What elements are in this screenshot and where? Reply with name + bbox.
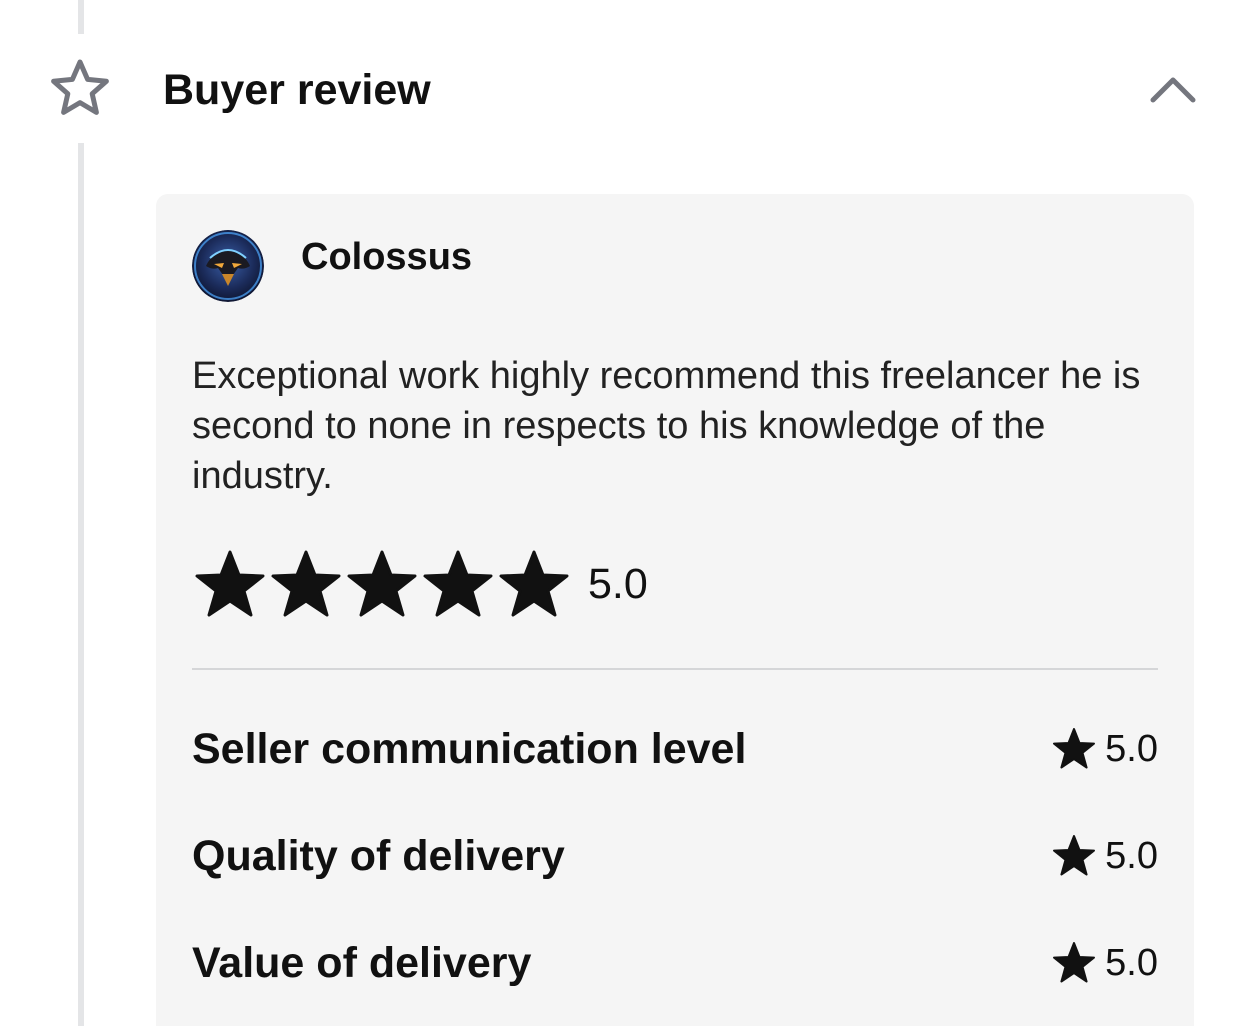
- star-outline-icon: [48, 56, 112, 120]
- star-icon: [1053, 942, 1096, 983]
- metric-value: 5.0: [1105, 942, 1158, 984]
- overall-score: 5.0: [588, 560, 648, 608]
- metric-score: 5.0: [1051, 826, 1158, 886]
- star-icon: [499, 550, 569, 617]
- metric-label: Value of delivery: [192, 939, 532, 987]
- timeline-line: [78, 143, 84, 1026]
- collapse-toggle-button[interactable]: [1146, 68, 1200, 112]
- metric-row-quality: Quality of delivery 5.0: [192, 826, 1158, 886]
- metric-label: Seller communication level: [192, 725, 747, 773]
- star-icon: [347, 550, 417, 617]
- metric-value: 5.0: [1105, 728, 1158, 770]
- star-icon: [271, 550, 341, 617]
- divider: [192, 668, 1158, 670]
- metric-row-value: Value of delivery 5.0: [192, 933, 1158, 993]
- metric-label: Quality of delivery: [192, 832, 565, 880]
- reviewer-name[interactable]: Colossus: [301, 232, 472, 282]
- section-title: Buyer review: [163, 66, 431, 114]
- avatar[interactable]: [192, 230, 264, 302]
- star-rating: 5.0: [192, 548, 648, 620]
- metric-value: 5.0: [1105, 835, 1158, 877]
- timeline-line: [78, 0, 84, 34]
- star-icon: [195, 550, 265, 617]
- metric-score: 5.0: [1051, 933, 1158, 993]
- review-card: Colossus Exceptional work highly recomme…: [156, 194, 1194, 1026]
- metric-score: 5.0: [1051, 719, 1158, 779]
- metric-row-communication: Seller communication level 5.0: [192, 719, 1158, 779]
- chevron-up-icon: [1150, 77, 1196, 103]
- star-icon: [1053, 835, 1096, 876]
- star-icon: [423, 550, 493, 617]
- star-icon: [1053, 728, 1096, 769]
- review-text: Exceptional work highly recommend this f…: [192, 355, 1141, 497]
